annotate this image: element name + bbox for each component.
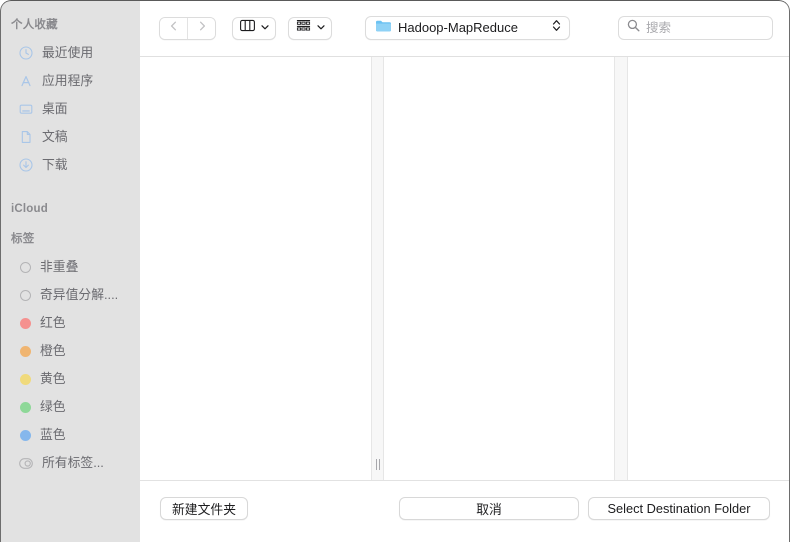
resize-grip-icon — [375, 459, 380, 470]
column-divider — [615, 57, 628, 480]
download-icon — [18, 158, 33, 173]
sidebar-item-tag-non-overlapping[interactable]: 非重叠 — [5, 253, 133, 281]
sidebar-item-tag-red[interactable]: 红色 — [5, 309, 133, 337]
sidebar-item-tag-blue[interactable]: 蓝色 — [5, 421, 133, 449]
sidebar-item-label: 蓝色 — [40, 427, 66, 442]
tag-dot-icon — [20, 401, 31, 413]
column-view-icon — [240, 19, 255, 37]
applications-icon — [18, 74, 33, 89]
sidebar: 个人收藏 最近使用 应用程序 桌面 文稿 下载 iCloud 标签 非重叠 奇异… — [0, 0, 140, 542]
sidebar-item-label: 奇异值分解.... — [40, 287, 119, 302]
back-button[interactable] — [160, 17, 187, 39]
all-tags-icon — [19, 457, 33, 469]
sidebar-item-tag-yellow[interactable]: 黄色 — [5, 365, 133, 393]
sidebar-item-label: 橙色 — [40, 343, 66, 358]
clock-icon — [18, 46, 33, 61]
sidebar-item-label: 桌面 — [42, 101, 68, 116]
browser-column-2[interactable] — [384, 57, 615, 480]
navigation-segmented-control — [159, 16, 216, 40]
search-icon — [627, 19, 640, 37]
sidebar-section-title-favorites: 个人收藏 — [11, 19, 58, 31]
view-mode-button[interactable] — [232, 16, 276, 40]
document-icon — [18, 130, 33, 145]
path-popup-title: Hadoop-MapReduce — [398, 20, 518, 35]
chevron-left-icon — [168, 19, 180, 37]
bottom-bar: 新建文件夹 取消 Select Destination Folder — [140, 481, 790, 541]
cancel-button[interactable]: 取消 — [399, 497, 579, 520]
main-area: Hadoop-MapReduce 搜索 新建文件夹 取消 Select Dest… — [140, 0, 790, 542]
column-browser — [140, 57, 790, 481]
sidebar-item-recents[interactable]: 最近使用 — [5, 39, 133, 67]
toolbar: Hadoop-MapReduce 搜索 — [140, 0, 790, 57]
sidebar-section-title-tags: 标签 — [11, 233, 35, 245]
sidebar-section-title-icloud: iCloud — [11, 203, 48, 215]
folder-icon — [375, 19, 392, 38]
sidebar-item-label: 绿色 — [40, 399, 66, 414]
sidebar-item-desktop[interactable]: 桌面 — [5, 95, 133, 123]
chevron-down-icon — [260, 19, 270, 37]
tag-dot-icon — [20, 289, 31, 301]
sidebar-item-label: 文稿 — [42, 129, 68, 144]
sidebar-item-tag-green[interactable]: 绿色 — [5, 393, 133, 421]
sidebar-item-label: 非重叠 — [40, 259, 79, 274]
column-resize-handle[interactable] — [372, 57, 384, 480]
tag-dot-icon — [20, 317, 31, 329]
sidebar-item-applications[interactable]: 应用程序 — [5, 67, 133, 95]
sidebar-item-tag-svd[interactable]: 奇异值分解.... — [5, 281, 133, 309]
sidebar-item-all-tags[interactable]: 所有标签... — [5, 449, 133, 477]
chevron-down-icon — [316, 19, 326, 37]
sidebar-item-documents[interactable]: 文稿 — [5, 123, 133, 151]
forward-button[interactable] — [187, 17, 215, 39]
sidebar-item-tag-orange[interactable]: 橙色 — [5, 337, 133, 365]
tag-dot-icon — [20, 345, 31, 357]
sidebar-item-label: 应用程序 — [42, 73, 94, 88]
sidebar-item-label: 红色 — [40, 315, 66, 330]
select-destination-folder-button[interactable]: Select Destination Folder — [588, 497, 770, 520]
tag-dot-icon — [20, 261, 31, 273]
sidebar-item-label: 黄色 — [40, 371, 66, 386]
browser-column-1[interactable] — [140, 57, 372, 480]
sidebar-item-label: 下载 — [42, 157, 68, 172]
tag-dot-icon — [20, 429, 31, 441]
sidebar-item-label: 所有标签... — [42, 455, 104, 470]
sidebar-item-label: 最近使用 — [42, 45, 94, 60]
up-down-chevron-icon — [551, 18, 562, 38]
search-input[interactable]: 搜索 — [646, 20, 671, 36]
chevron-right-icon — [196, 19, 208, 37]
path-popup-button[interactable]: Hadoop-MapReduce — [365, 16, 570, 40]
tag-dot-icon — [20, 373, 31, 385]
new-folder-button[interactable]: 新建文件夹 — [160, 497, 248, 520]
arrange-by-button[interactable] — [288, 16, 332, 40]
group-by-icon — [296, 19, 311, 37]
file-picker-window: 个人收藏 最近使用 应用程序 桌面 文稿 下载 iCloud 标签 非重叠 奇异… — [0, 0, 790, 542]
desktop-icon — [18, 102, 33, 117]
browser-column-3[interactable] — [628, 57, 790, 480]
search-field[interactable]: 搜索 — [618, 16, 773, 40]
sidebar-item-downloads[interactable]: 下载 — [5, 151, 133, 179]
